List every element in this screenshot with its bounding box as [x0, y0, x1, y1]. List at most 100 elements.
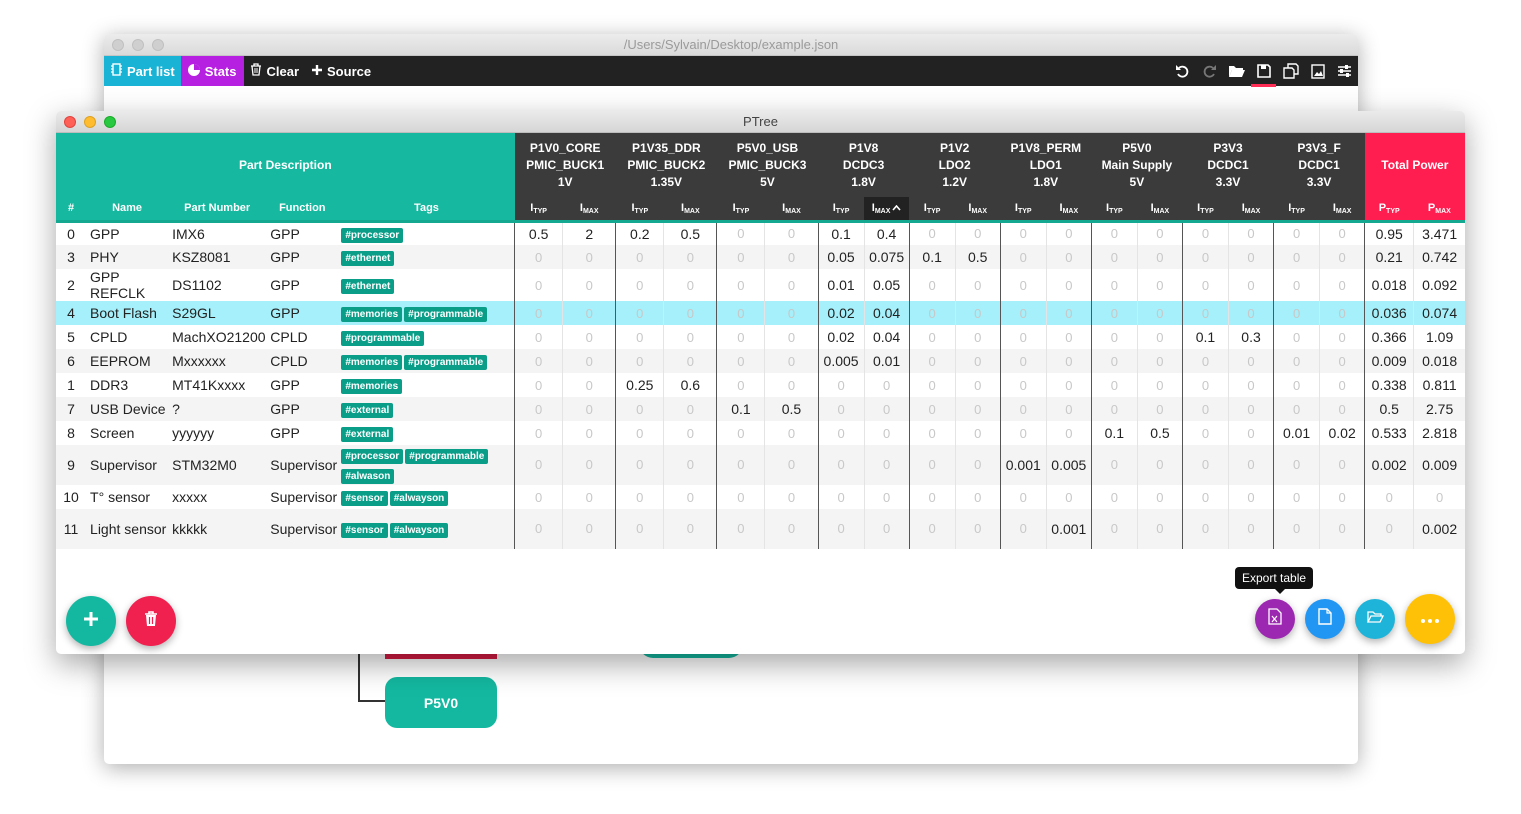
close-window-button[interactable]: [64, 116, 76, 128]
cell-imax: 0: [562, 349, 616, 373]
zoom-window-button[interactable]: [104, 116, 116, 128]
col-header-pmax[interactable]: PMAX: [1413, 197, 1465, 223]
table-row[interactable]: 10 T° sensor xxxxx Supervisor #sensor #always…: [56, 485, 1465, 509]
rail-header-l1: P5V0: [1122, 140, 1152, 155]
col-header-imax[interactable]: IMAX: [955, 197, 1001, 223]
col-header-ityp[interactable]: ITYP: [818, 197, 865, 223]
delete-part-button[interactable]: [126, 596, 176, 646]
cell-imax: 0: [1045, 245, 1092, 269]
col-header-imax[interactable]: IMAX: [663, 197, 717, 223]
col-header-ityp[interactable]: ITYP: [615, 197, 664, 223]
cell-imax: 0: [663, 445, 717, 485]
tag-badge[interactable]: #sensor: [341, 491, 388, 506]
table-row[interactable]: 4 Boot Flash S29GL GPP #memories #programmabl…: [56, 301, 1465, 325]
column-header-function[interactable]: Function: [266, 197, 339, 223]
rail-header-l1: P1V35_DDR: [631, 140, 701, 155]
col-header-imax[interactable]: IMAX: [562, 197, 616, 223]
export-image-icon[interactable]: [1308, 62, 1327, 81]
tag-badge[interactable]: #memories: [341, 307, 403, 322]
tag-badge[interactable]: #alwason: [341, 469, 395, 484]
cell-name: Screen: [90, 425, 135, 441]
col-header-ityp[interactable]: ITYP: [1091, 197, 1138, 223]
cell-ityp: 0: [908, 269, 956, 301]
cell-ityp: 0: [615, 421, 664, 445]
cell-imax: 0: [562, 301, 616, 325]
col-header-ityp[interactable]: ITYP: [1000, 197, 1047, 223]
part-list-button[interactable]: Part list: [104, 56, 181, 86]
table-row[interactable]: 6 EEPROM Mxxxxxx CPLD #memories #programmable…: [56, 349, 1465, 373]
table-row[interactable]: 0 GPP IMX6 GPP #processor 0.5 2 0.2 0.5 0 0 0.1 0.4 0…: [56, 221, 1465, 245]
table-row[interactable]: 2 GPP REFCLK DS1102 GPP #ethernet 0 0 0 0 0 0 0.01 0…: [56, 269, 1465, 301]
cell-ityp: 0: [514, 397, 563, 421]
rail-header-l3: 1.8V: [851, 174, 876, 189]
redo-icon[interactable]: [1200, 62, 1219, 81]
cell-pmax: 2.75: [1413, 397, 1465, 421]
source-button[interactable]: Source: [305, 56, 377, 86]
col-header-ityp[interactable]: ITYP: [716, 197, 765, 223]
tag-badge[interactable]: #ethernet: [341, 251, 395, 266]
column-header-tags[interactable]: Tags: [338, 197, 515, 223]
table-row[interactable]: 9 Supervisor STM32M0 Supervisor #processor #p…: [56, 445, 1465, 485]
cell-imax: 0: [1045, 301, 1092, 325]
table-row[interactable]: 8 Screen yyyyyy GPP #external 0 0 0 0 0 0 0 0 0 0 0 0 0.1…: [56, 421, 1465, 445]
cell-pmax: 0.742: [1413, 245, 1465, 269]
bg-window-title: /Users/Sylvain/Desktop/example.json: [623, 37, 839, 52]
col-header-imax[interactable]: IMAX: [1137, 197, 1183, 223]
tag-badge[interactable]: #ethernet: [341, 279, 395, 294]
cell-imax: 0: [1227, 373, 1274, 397]
column-header-index[interactable]: #: [56, 197, 87, 223]
col-header-imax[interactable]: IMAX: [1228, 197, 1274, 223]
cell-ityp: 0: [716, 373, 765, 397]
cell-ptyp: 0.5: [1364, 397, 1414, 421]
more-options-button[interactable]: [1405, 594, 1455, 644]
col-header-imax[interactable]: IMAX: [1046, 197, 1092, 223]
tag-badge[interactable]: #alwayson: [389, 491, 449, 506]
settings-sliders-icon[interactable]: [1335, 62, 1354, 81]
tag-badge[interactable]: #external: [341, 403, 394, 418]
tag-badge[interactable]: #memories: [341, 355, 403, 370]
save-icon[interactable]: [1251, 62, 1276, 87]
cell-ityp: 0: [615, 325, 664, 349]
tag-badge[interactable]: #programmable: [404, 307, 488, 322]
table-row[interactable]: 5 CPLD MachXO21200 CPLD #programmable 0 0 0 0 0 0 0…: [56, 325, 1465, 349]
table-row[interactable]: 1 DDR3 MT41Kxxxx GPP #memories 0 0 0.25 0.6 0 0 0 0 0…: [56, 373, 1465, 397]
open-file-button[interactable]: [1355, 599, 1395, 639]
tag-badge[interactable]: #programmable: [341, 331, 425, 346]
table-row[interactable]: 3 PHY KSZ8081 GPP #ethernet 0 0 0 0 0 0 0.05 0.075 0.…: [56, 245, 1465, 269]
col-header-ityp[interactable]: ITYP: [1273, 197, 1320, 223]
tag-badge[interactable]: #processor: [341, 227, 404, 243]
col-header-ityp[interactable]: ITYP: [1182, 197, 1229, 223]
diagram-node-p5v0[interactable]: P5V0: [385, 677, 497, 728]
tag-badge[interactable]: #programmable: [405, 449, 489, 464]
column-header-name[interactable]: Name: [86, 197, 169, 223]
cell-imax: 0: [1227, 301, 1274, 325]
table-row[interactable]: 7 USB Device? GPP #external 0 0 0 0 0.1 0.5 0 0 0 0 0 0…: [56, 397, 1465, 421]
tag-badge[interactable]: #programmable: [404, 355, 488, 370]
undo-icon[interactable]: [1173, 62, 1192, 81]
save-as-icon[interactable]: [1281, 62, 1300, 81]
tag-badge[interactable]: #sensor: [341, 523, 388, 538]
col-header-ityp[interactable]: ITYP: [909, 197, 956, 223]
tag-badge[interactable]: #alwayson: [389, 523, 449, 538]
clear-button[interactable]: Clear: [244, 56, 305, 86]
add-part-button[interactable]: [66, 596, 116, 646]
new-document-button[interactable]: [1305, 599, 1345, 639]
stats-button[interactable]: Stats: [180, 56, 245, 86]
export-table-button[interactable]: [1255, 599, 1295, 639]
col-header-ptyp[interactable]: PTYP: [1364, 197, 1414, 223]
cell-ityp: 0.005: [817, 349, 865, 373]
column-header-part-number[interactable]: Part Number: [168, 197, 267, 223]
tag-badge[interactable]: #processor: [341, 449, 404, 464]
col-header-ityp[interactable]: ITYP: [514, 197, 563, 223]
tag-badge[interactable]: #external: [341, 427, 394, 442]
open-folder-icon[interactable]: [1227, 62, 1246, 81]
col-header-imax[interactable]: IMAX: [864, 197, 910, 223]
close-window-button[interactable]: [112, 39, 124, 51]
minimize-window-button[interactable]: [84, 116, 96, 128]
tag-badge[interactable]: #memories: [341, 379, 403, 394]
table-row[interactable]: 11 Light sensor kkkkk Supervisor #sensor #alw…: [56, 509, 1465, 549]
col-header-imax[interactable]: IMAX: [1319, 197, 1365, 223]
minimize-window-button[interactable]: [132, 39, 144, 51]
col-header-imax[interactable]: IMAX: [764, 197, 819, 223]
zoom-window-button[interactable]: [152, 39, 164, 51]
